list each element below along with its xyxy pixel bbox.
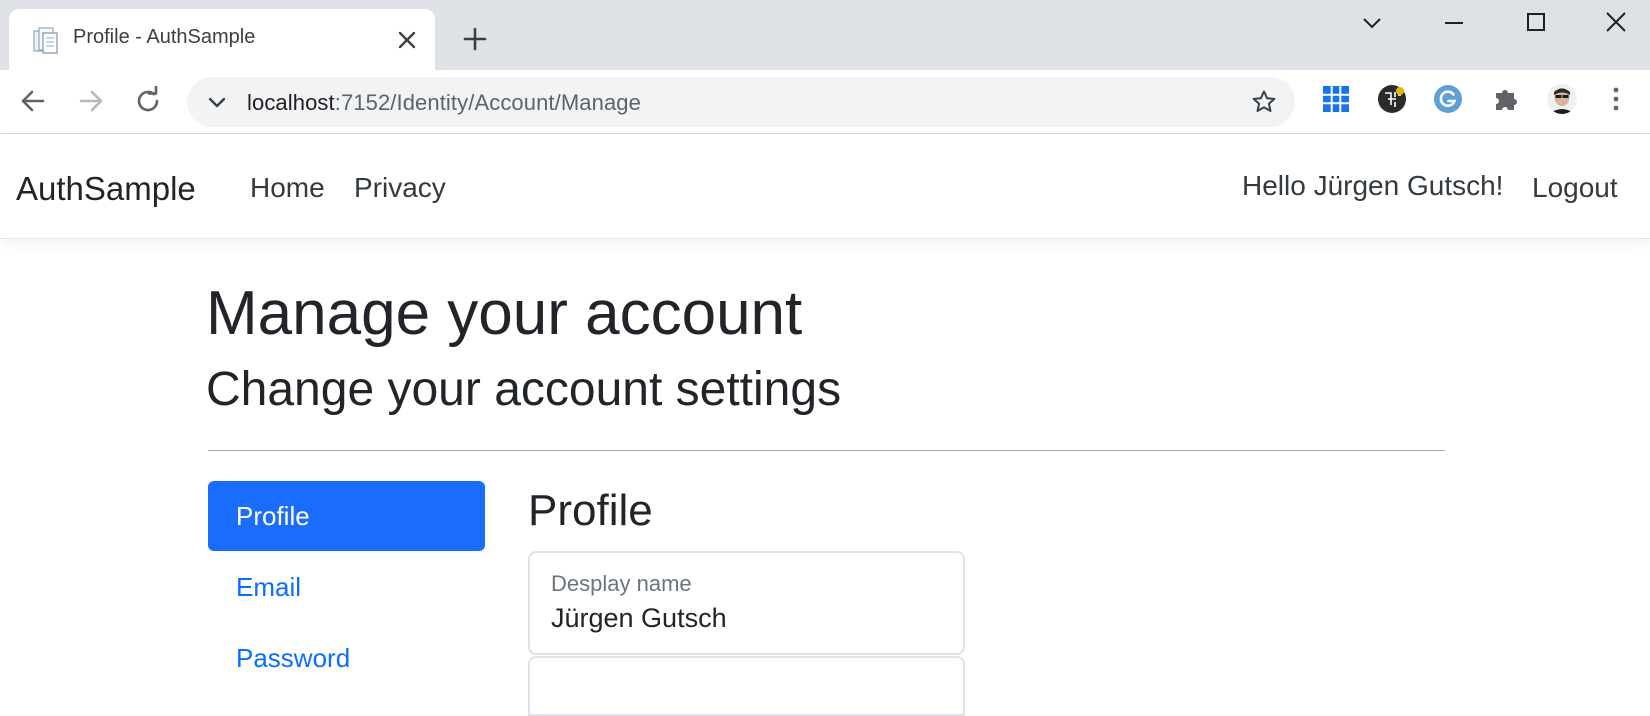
browser-tab[interactable]: Profile - AuthSample xyxy=(9,9,435,70)
tab-title: Profile - AuthSample xyxy=(73,26,256,48)
bookmark-star-icon[interactable] xyxy=(1251,89,1277,115)
nav-link-privacy[interactable]: Privacy xyxy=(354,172,446,204)
url-host: localhost xyxy=(247,90,335,115)
section-title: Profile xyxy=(528,486,653,535)
reload-icon[interactable] xyxy=(133,86,163,116)
greeting-link[interactable]: Hello Jürgen Gutsch! xyxy=(1242,170,1503,202)
close-window-icon[interactable] xyxy=(1598,8,1634,38)
sidebar-item-password[interactable]: Password xyxy=(208,623,485,693)
address-bar[interactable]: localhost:7152/Identity/Account/Manage xyxy=(187,77,1295,127)
display-name-label: Desplay name xyxy=(551,571,692,596)
puzzle-extensions-icon[interactable] xyxy=(1490,83,1522,115)
nav-link-home[interactable]: Home xyxy=(250,172,325,204)
browser-tabstrip: Profile - AuthSample xyxy=(0,0,1650,70)
back-icon[interactable] xyxy=(18,86,48,116)
grammarly-icon[interactable] xyxy=(1432,83,1464,115)
site-navbar: AuthSample Home Privacy Hello Jürgen Gut… xyxy=(0,135,1650,239)
page-title: Manage your account xyxy=(206,279,803,348)
display-name-field[interactable]: Desplay name Jürgen Gutsch xyxy=(528,551,965,655)
document-icon xyxy=(33,27,58,54)
browser-toolbar: localhost:7152/Identity/Account/Manage xyxy=(0,70,1650,134)
main-content: Manage your account Change your account … xyxy=(0,240,1650,716)
brand-link[interactable]: AuthSample xyxy=(16,170,196,208)
divider xyxy=(208,450,1445,451)
grid-extension-icon[interactable] xyxy=(1320,83,1352,115)
forward-icon[interactable] xyxy=(76,86,106,116)
circuit-extension-icon[interactable] xyxy=(1376,83,1408,115)
sidebar-item-profile[interactable]: Profile xyxy=(208,481,485,551)
close-tab-icon[interactable] xyxy=(395,28,419,52)
next-form-field[interactable] xyxy=(528,656,965,716)
logout-button[interactable]: Logout xyxy=(1532,172,1618,204)
url-path: :7152/Identity/Account/Manage xyxy=(334,90,641,115)
kebab-menu-icon[interactable] xyxy=(1600,83,1632,115)
profile-avatar[interactable] xyxy=(1546,83,1578,115)
display-name-value[interactable]: Jürgen Gutsch xyxy=(551,603,727,634)
maximize-icon[interactable] xyxy=(1518,8,1554,38)
url-text[interactable]: localhost:7152/Identity/Account/Manage xyxy=(247,90,641,116)
new-tab-icon[interactable] xyxy=(462,26,488,52)
page-subtitle: Change your account settings xyxy=(206,363,842,416)
chevron-down-icon[interactable] xyxy=(205,90,229,114)
sidebar-item-email[interactable]: Email xyxy=(208,552,485,622)
minimize-icon[interactable] xyxy=(1436,8,1472,38)
tab-search-chevron-icon[interactable] xyxy=(1354,8,1390,38)
